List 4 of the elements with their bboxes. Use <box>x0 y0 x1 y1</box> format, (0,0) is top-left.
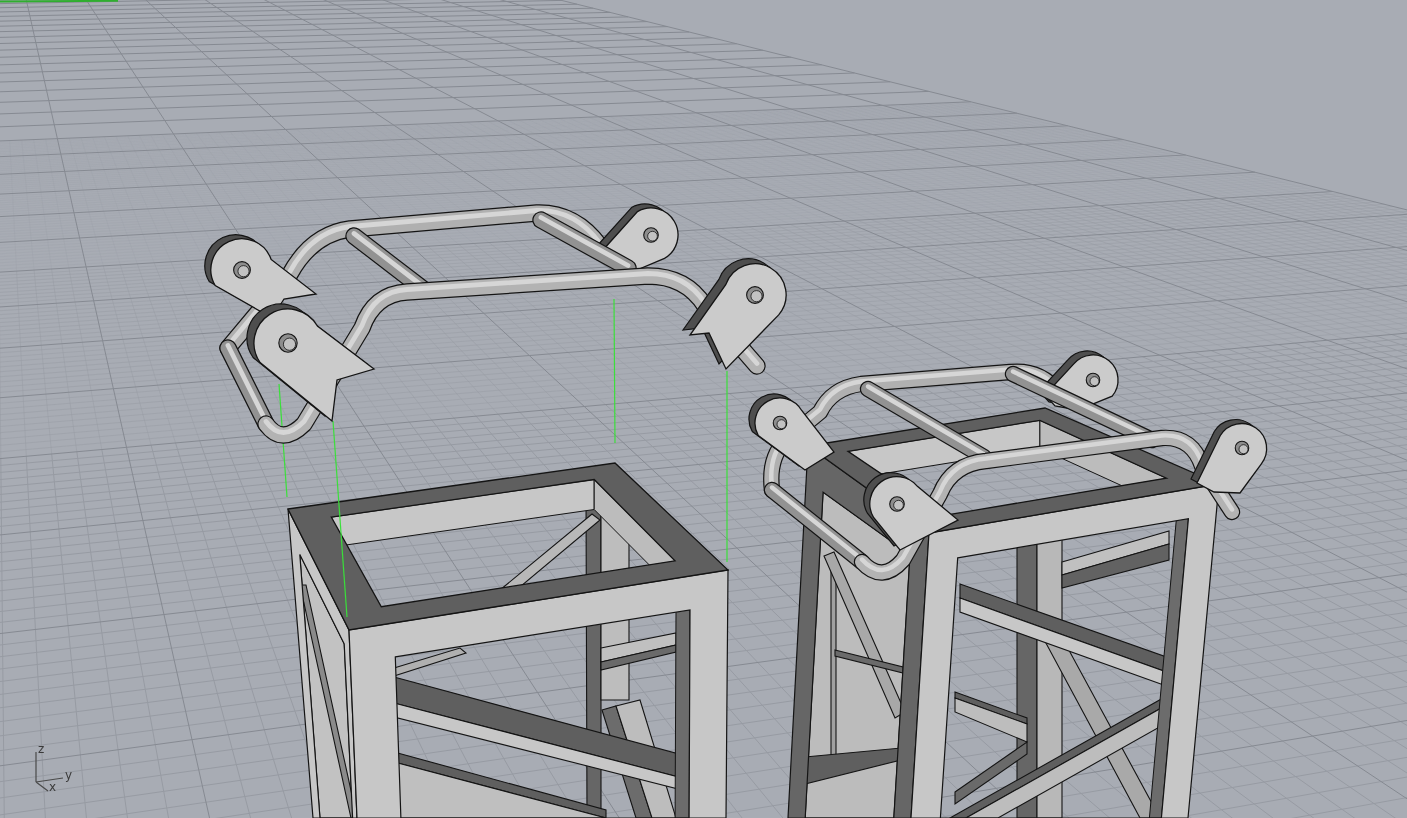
axis-triad-icon <box>35 751 65 793</box>
axis-label: z <box>38 743 45 755</box>
axis-label: y <box>65 769 73 781</box>
axis-label: x <box>49 781 57 793</box>
